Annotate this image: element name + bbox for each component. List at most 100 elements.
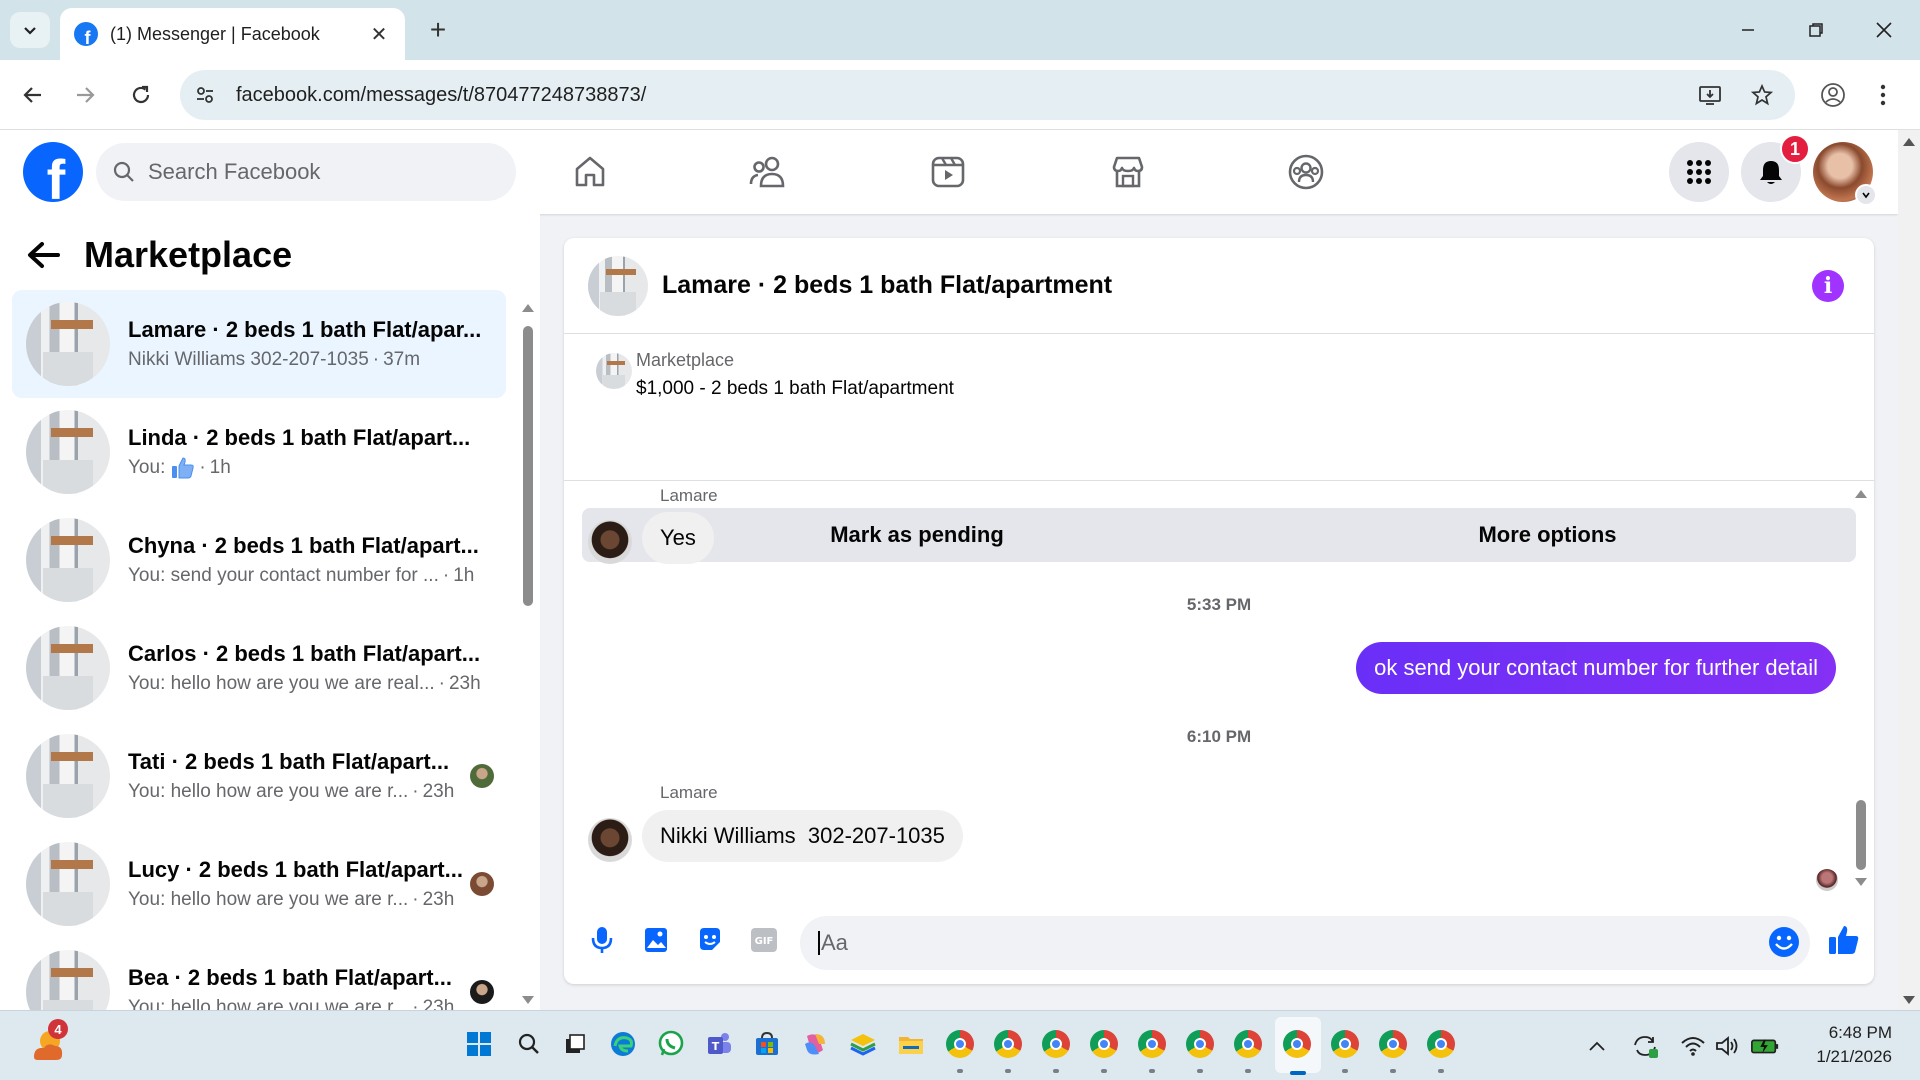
- nav-friends[interactable]: [738, 144, 798, 200]
- url-text[interactable]: facebook.com/messages/t/870477248738873/: [236, 84, 646, 107]
- info-icon[interactable]: i: [1812, 270, 1844, 302]
- nav-video[interactable]: [918, 144, 978, 200]
- forward-button[interactable]: [64, 74, 106, 116]
- like-thumb-icon[interactable]: [1826, 922, 1862, 958]
- running-indicator: [1390, 1069, 1396, 1073]
- minimize-button[interactable]: [1718, 10, 1778, 50]
- chrome-icon[interactable]: [1328, 1027, 1362, 1061]
- conversation-item[interactable]: Tati · 2 beds 1 bath Flat/apart... You: h…: [12, 722, 506, 830]
- back-button[interactable]: [12, 74, 54, 116]
- chrome-icon[interactable]: [1039, 1027, 1073, 1061]
- browser-profile-button[interactable]: [1812, 74, 1854, 116]
- conversation-preview: You: hello how are you we are real... · 23…: [128, 673, 506, 695]
- conversation-item[interactable]: Lucy · 2 beds 1 bath Flat/apart... You: h…: [12, 830, 506, 938]
- conversation-name: Bea · 2 beds 1 bath Flat/apart...: [128, 965, 452, 990]
- reload-button[interactable]: [120, 74, 162, 116]
- incoming-message[interactable]: Nikki Williams 302-207-1035: [642, 810, 963, 862]
- teams-icon[interactable]: T: [702, 1027, 736, 1061]
- chat-title[interactable]: Lamare · 2 beds 1 bath Flat/apartment: [662, 271, 1112, 300]
- close-tab-icon[interactable]: ✕: [367, 22, 391, 47]
- separator-dot: ·: [412, 889, 419, 910]
- store-icon[interactable]: [750, 1027, 784, 1061]
- chrome-icon[interactable]: [1280, 1027, 1314, 1061]
- running-indicator: [1197, 1069, 1203, 1073]
- arrow-right-icon: [77, 87, 95, 103]
- nav-home[interactable]: [560, 144, 620, 200]
- outgoing-message[interactable]: ok send your contact number for further …: [1356, 642, 1836, 694]
- sync-icon[interactable]: [1630, 1031, 1660, 1061]
- tab-search-button[interactable]: [10, 12, 50, 48]
- restore-button[interactable]: [1786, 10, 1846, 50]
- more-options-button[interactable]: More options: [1239, 508, 1856, 562]
- copilot-icon[interactable]: [798, 1027, 832, 1061]
- incoming-message[interactable]: Yes: [642, 512, 714, 564]
- chrome-icon[interactable]: [1424, 1027, 1458, 1061]
- conversation-item[interactable]: Chyna · 2 beds 1 bath Flat/apart... You: …: [12, 506, 506, 614]
- chrome-icon[interactable]: [1087, 1027, 1121, 1061]
- whatsapp-icon[interactable]: [654, 1027, 688, 1061]
- account-chevron-icon[interactable]: [1855, 184, 1877, 206]
- message-input[interactable]: Aa: [800, 916, 1810, 970]
- show-hidden-icons-chevron-icon[interactable]: [1582, 1031, 1612, 1061]
- address-bar[interactable]: facebook.com/messages/t/870477248738873/: [180, 70, 1795, 120]
- chrome-icon[interactable]: [1183, 1027, 1217, 1061]
- file-explorer-icon[interactable]: [894, 1027, 928, 1061]
- facebook-logo-icon[interactable]: f: [23, 142, 83, 202]
- running-indicator: [1005, 1069, 1011, 1073]
- conversation-list-scrollbar[interactable]: [522, 296, 534, 1004]
- conversation-thumbnail: [26, 410, 110, 494]
- sender-avatar[interactable]: [588, 520, 632, 564]
- sender-avatar[interactable]: [588, 818, 632, 862]
- conversation-item[interactable]: Carlos · 2 beds 1 bath Flat/apart... You:…: [12, 614, 506, 722]
- wifi-icon[interactable]: [1678, 1031, 1708, 1061]
- emoji-icon[interactable]: [1766, 924, 1802, 960]
- listing-thumbnail[interactable]: [588, 255, 648, 316]
- chat-pane: Lamare · 2 beds 1 bath Flat/apartment i …: [564, 238, 1874, 984]
- battery-charging-icon[interactable]: [1750, 1031, 1780, 1061]
- listing-source-label: Marketplace: [636, 350, 735, 370]
- edge-icon[interactable]: [606, 1027, 640, 1061]
- bookmark-star-icon[interactable]: [1741, 74, 1783, 116]
- chrome-icon[interactable]: [991, 1027, 1025, 1061]
- conversation-item[interactable]: Bea · 2 beds 1 bath Flat/apart... You: he…: [12, 938, 506, 1010]
- conversation-item[interactable]: Linda · 2 beds 1 bath Flat/apart... You: ·…: [12, 398, 506, 506]
- svg-text:GIF: GIF: [755, 936, 774, 947]
- browser-menu-button[interactable]: [1862, 74, 1904, 116]
- browser-tab-active[interactable]: f (1) Messenger | Facebook ✕: [60, 8, 405, 60]
- facebook-search-input[interactable]: Search Facebook: [96, 143, 516, 201]
- layers-app-icon[interactable]: [846, 1027, 880, 1061]
- start-icon[interactable]: [462, 1027, 496, 1061]
- nav-groups[interactable]: [1276, 144, 1336, 200]
- close-window-button[interactable]: [1854, 10, 1914, 50]
- menu-grid-button[interactable]: [1669, 142, 1729, 202]
- install-app-icon[interactable]: [1689, 74, 1731, 116]
- chat-scrollbar[interactable]: [1854, 486, 1868, 886]
- system-clock[interactable]: 6:48 PM 1/21/2026: [1800, 1021, 1892, 1069]
- photo-icon[interactable]: [638, 922, 674, 958]
- task-view-icon[interactable]: [558, 1027, 592, 1061]
- listing-price-title[interactable]: $1,000 - 2 beds 1 bath Flat/apartment: [636, 378, 954, 400]
- svg-text:T: T: [712, 1040, 720, 1053]
- nav-marketplace[interactable]: [1098, 144, 1158, 200]
- microphone-icon[interactable]: [584, 922, 620, 958]
- page-scrollbar[interactable]: [1898, 130, 1920, 1010]
- volume-icon[interactable]: [1712, 1031, 1742, 1061]
- new-tab-button[interactable]: +: [420, 12, 456, 48]
- bell-icon: [1760, 161, 1782, 184]
- chrome-icon[interactable]: [1231, 1027, 1265, 1061]
- conversation-preview: You: · 1h: [128, 457, 506, 479]
- site-settings-icon[interactable]: [184, 74, 226, 116]
- gif-icon[interactable]: GIF: [746, 922, 782, 958]
- browser-toolbar: facebook.com/messages/t/870477248738873/: [0, 60, 1920, 130]
- taskbar-search-icon[interactable]: [512, 1027, 546, 1061]
- separator-dot: ·: [438, 673, 445, 694]
- listing-small-thumbnail[interactable]: [596, 353, 632, 389]
- chrome-icon[interactable]: [943, 1027, 977, 1061]
- back-arrow-icon[interactable]: [26, 240, 60, 270]
- sticker-icon[interactable]: [692, 922, 728, 958]
- separator-dot: ·: [442, 565, 450, 586]
- chrome-icon[interactable]: [1135, 1027, 1169, 1061]
- chrome-icon[interactable]: [1376, 1027, 1410, 1061]
- conversation-name: Carlos · 2 beds 1 bath Flat/apart...: [128, 641, 481, 666]
- conversation-item[interactable]: Lamare · 2 beds 1 bath Flat/apar... Nikki…: [12, 290, 506, 398]
